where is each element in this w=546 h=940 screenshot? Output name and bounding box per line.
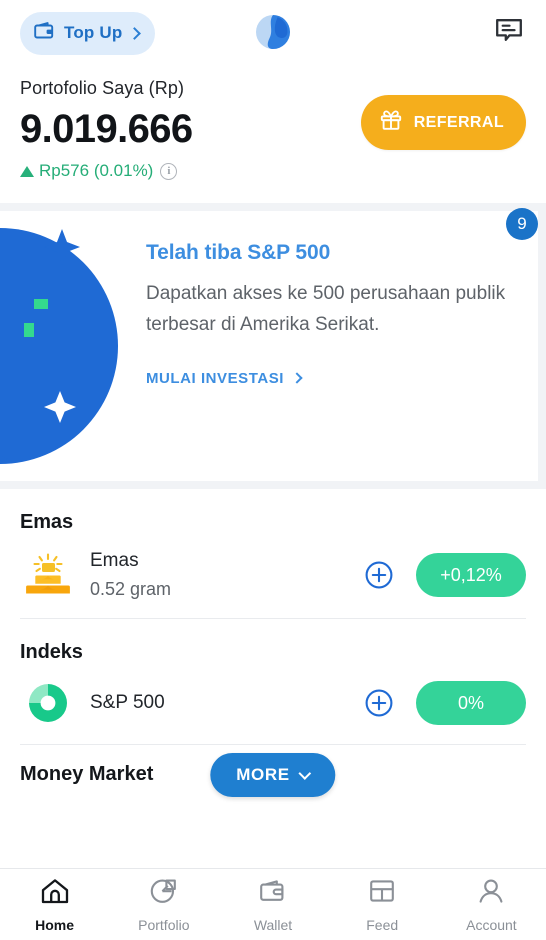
table-row[interactable]: S&P 500 0% bbox=[20, 664, 526, 745]
nav-label: Portfolio bbox=[138, 916, 190, 933]
portfolio-summary: Portofolio Saya (Rp) 9.019.666 Rp576 (0.… bbox=[0, 66, 546, 181]
gold-bars-icon bbox=[20, 553, 76, 597]
asset-name: S&P 500 bbox=[90, 692, 165, 713]
add-asset-button[interactable] bbox=[364, 560, 394, 590]
chat-bubble-icon bbox=[494, 17, 524, 50]
info-icon[interactable]: i bbox=[160, 162, 178, 180]
app-logo bbox=[254, 13, 292, 51]
chevron-right-icon bbox=[291, 372, 303, 384]
nav-label: Account bbox=[466, 916, 517, 933]
nav-item-feed[interactable]: Feed bbox=[328, 877, 437, 933]
asset-info: Emas 0.52 gram bbox=[90, 550, 364, 600]
nav-label: Feed bbox=[366, 916, 399, 933]
top-up-button[interactable]: Top Up bbox=[20, 11, 156, 55]
section-indeks: Indeks S&P 500 0% bbox=[0, 619, 546, 745]
chevron-right-icon bbox=[128, 26, 142, 40]
grid-layout-icon bbox=[367, 877, 397, 910]
section-money-market: Money Market MORE bbox=[0, 753, 546, 797]
wallet-icon bbox=[258, 877, 288, 910]
banner-notification-badge[interactable]: 9 bbox=[506, 208, 538, 240]
portfolio-gain-value: Rp576 (0.01%) bbox=[39, 161, 154, 180]
top-bar: Top Up bbox=[0, 0, 546, 66]
nav-label: Home bbox=[35, 916, 75, 933]
status-badge[interactable]: 0% bbox=[416, 681, 526, 725]
table-row[interactable]: Emas 0.52 gram +0,12% bbox=[20, 534, 526, 619]
more-label: MORE bbox=[236, 765, 290, 784]
pie-chart-icon bbox=[20, 680, 76, 726]
nav-item-portfolio[interactable]: Portfolio bbox=[109, 877, 218, 933]
referral-label: REFERRAL bbox=[413, 113, 504, 131]
app-screen: Top Up Portofolio Saya (Rp) 9.019.666 Rp… bbox=[0, 0, 546, 940]
section-heading: Emas bbox=[20, 511, 73, 533]
nav-item-account[interactable]: Account bbox=[437, 877, 546, 933]
add-asset-button[interactable] bbox=[364, 688, 394, 718]
more-button[interactable]: MORE bbox=[210, 753, 336, 797]
top-up-label: Top Up bbox=[64, 23, 123, 42]
section-heading: Indeks bbox=[20, 641, 83, 663]
section-heading: Money Market bbox=[20, 763, 154, 785]
asset-info: S&P 500 bbox=[90, 692, 364, 714]
portfolio-gain: Rp576 (0.01%) i bbox=[20, 161, 526, 181]
banner-cta-button[interactable]: MULAI INVESTASI bbox=[146, 369, 303, 387]
banner-description: Dapatkan akses ke 500 perusahaan publik … bbox=[146, 283, 506, 335]
chat-button[interactable] bbox=[490, 14, 528, 52]
referral-button[interactable]: REFERRAL bbox=[360, 95, 526, 150]
promo-banner-container: 9 Telah tiba S&P 500 Dapatkan akses ke 5… bbox=[0, 203, 546, 489]
bottom-navigation: Home Portfolio Wallet Feed Account bbox=[0, 868, 546, 940]
banner-cta-label: MULAI INVESTASI bbox=[146, 369, 284, 387]
banner-title: Telah tiba S&P 500 bbox=[146, 241, 331, 264]
wallet-icon bbox=[34, 21, 56, 46]
triangle-up-icon bbox=[20, 165, 34, 177]
status-badge[interactable]: +0,12% bbox=[416, 553, 526, 597]
nav-label: Wallet bbox=[253, 916, 293, 933]
nav-item-wallet[interactable]: Wallet bbox=[218, 877, 327, 933]
section-emas: Emas Emas 0.52 gram +0,12% bbox=[0, 489, 546, 619]
promo-banner[interactable]: Telah tiba S&P 500 Dapatkan akses ke 500… bbox=[0, 211, 538, 481]
globe-illustration bbox=[0, 219, 138, 473]
home-icon bbox=[40, 877, 70, 910]
gift-icon bbox=[379, 108, 403, 137]
banner-content: Telah tiba S&P 500 Dapatkan akses ke 500… bbox=[146, 241, 520, 388]
asset-name: Emas bbox=[90, 550, 139, 571]
person-icon bbox=[476, 877, 506, 910]
pie-chart-icon bbox=[149, 877, 179, 910]
nav-item-home[interactable]: Home bbox=[0, 877, 109, 933]
chevron-down-icon bbox=[298, 766, 312, 780]
asset-subtitle: 0.52 gram bbox=[90, 579, 172, 599]
